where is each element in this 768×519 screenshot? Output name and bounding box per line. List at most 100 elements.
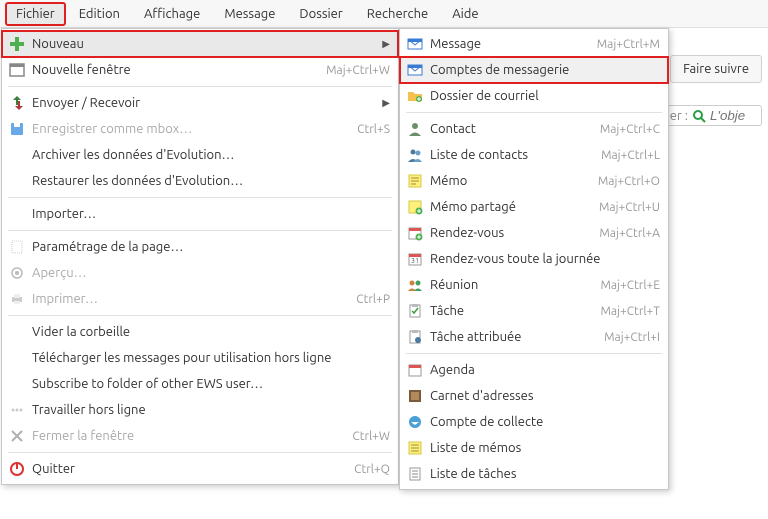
submenu-label: Carnet d'adresses: [430, 389, 660, 403]
submenu-item[interactable]: Mémo partagéMaj+Ctrl+U: [400, 194, 668, 220]
submenu-label: Compte de collecte: [430, 415, 660, 429]
agenda-icon: [406, 361, 424, 379]
submenu-item[interactable]: MessageMaj+Ctrl+M: [400, 31, 668, 57]
file-menu-item[interactable]: Télécharger les messages pour utilisatio…: [2, 345, 398, 371]
task-list-icon: [406, 465, 424, 483]
shortcut: Maj+Ctrl+C: [600, 123, 660, 136]
search-input[interactable]: [710, 108, 755, 123]
file-menu-label: Importer…: [32, 207, 390, 221]
file-menu-label: Aperçu…: [32, 266, 390, 280]
shortcut: Maj+Ctrl+M: [597, 38, 660, 51]
file-menu-item[interactable]: Imprimer… Ctrl+P: [2, 286, 398, 312]
submenu-separator: [406, 112, 662, 113]
submenu-item[interactable]: Liste de contacts Maj+Ctrl+L: [400, 142, 668, 168]
shortcut: Maj+Ctrl+L: [601, 149, 660, 162]
file-menu-item[interactable]: Nouveau ▶: [2, 31, 398, 57]
submenu-label: Liste de mémos: [430, 441, 660, 455]
forward-button[interactable]: Faire suivre: [670, 55, 762, 83]
shortcut: Ctrl+P: [356, 293, 390, 306]
menubar-item-aide[interactable]: Aide: [442, 3, 488, 25]
menubar-item-message[interactable]: Message: [214, 3, 285, 25]
submenu-item[interactable]: Rendez-vous toute la journée: [400, 246, 668, 272]
file-menu-item[interactable]: Archiver les données d'Evolution…: [2, 142, 398, 168]
submenu-item[interactable]: Comptes de messagerie: [400, 57, 668, 83]
menubar-item-edition[interactable]: Edition: [69, 3, 130, 25]
file-menu-separator: [8, 86, 392, 87]
preview-gray-icon: [8, 264, 26, 282]
file-menu-item[interactable]: Importer…: [2, 201, 398, 227]
memo-plus-icon: [406, 198, 424, 216]
submenu-label: Rendez-vous: [430, 226, 589, 240]
submenu-label: Agenda: [430, 363, 660, 377]
menubar-item-dossier[interactable]: Dossier: [289, 3, 352, 25]
toolbar-right: Faire suivre: [670, 55, 762, 83]
file-menu-item[interactable]: Fermer la fenêtreCtrl+W: [2, 423, 398, 449]
file-menu-item[interactable]: Nouvelle fenêtreMaj+Ctrl+W: [2, 57, 398, 83]
submenu-label: Dossier de courriel: [430, 89, 660, 103]
file-menu-item[interactable]: Vider la corbeille: [2, 319, 398, 345]
submenu-item[interactable]: Carnet d'adresses: [400, 383, 668, 409]
submenu-item[interactable]: TâcheMaj+Ctrl+T: [400, 298, 668, 324]
submenu-arrow-icon: ▶: [382, 38, 390, 50]
submenu-item[interactable]: Contact Maj+Ctrl+C: [400, 116, 668, 142]
file-menu-item[interactable]: Travailler hors ligne: [2, 397, 398, 423]
submenu-item[interactable]: Liste de mémos: [400, 435, 668, 461]
submenu-item[interactable]: Dossier de courriel: [400, 83, 668, 109]
file-menu-label: Envoyer / Recevoir: [32, 96, 374, 110]
submenu-label: Mémo: [430, 174, 588, 188]
file-menu-item[interactable]: Envoyer / Recevoir ▶: [2, 90, 398, 116]
submenu-item[interactable]: Rendez-vous Maj+Ctrl+A: [400, 220, 668, 246]
file-menu: Nouveau ▶ Nouvelle fenêtreMaj+Ctrl+W Envoye…: [1, 28, 399, 485]
submenu-item[interactable]: Liste de tâches: [400, 461, 668, 487]
submenu-label: Rendez-vous toute la journée: [430, 252, 660, 266]
menubar-item-recherche[interactable]: Recherche: [357, 3, 438, 25]
file-menu-label: Travailler hors ligne: [32, 403, 390, 417]
submenu-label: Réunion: [430, 278, 590, 292]
page-dots-icon: [8, 238, 26, 256]
save-blue-icon: [8, 120, 26, 138]
file-menu-label: Imprimer…: [32, 292, 346, 306]
submenu-item[interactable]: MémoMaj+Ctrl+O: [400, 168, 668, 194]
memo-list-icon: [406, 439, 424, 457]
submenu-label: Comptes de messagerie: [430, 63, 660, 77]
submenu-item[interactable]: Agenda: [400, 357, 668, 383]
menubar-item-fichier[interactable]: Fichier: [6, 3, 65, 25]
print-gray-icon: [8, 290, 26, 308]
submenu-item[interactable]: RéunionMaj+Ctrl+E: [400, 272, 668, 298]
submenu-separator: [406, 353, 662, 354]
contact-icon: [406, 120, 424, 138]
menubar-item-affichage[interactable]: Affichage: [134, 3, 210, 25]
shortcut: Maj+Ctrl+A: [599, 227, 660, 240]
file-menu-separator: [8, 315, 392, 316]
nouveau-submenu: MessageMaj+Ctrl+M Comptes de messagerie Do…: [399, 28, 669, 490]
file-menu-item[interactable]: Restaurer les données d'Evolution…: [2, 168, 398, 194]
contact2-icon: [406, 146, 424, 164]
file-menu-separator: [8, 197, 392, 198]
file-menu-item[interactable]: QuitterCtrl+Q: [2, 456, 398, 482]
close-x-icon: [8, 427, 26, 445]
blank-icon: [8, 146, 26, 164]
submenu-arrow-icon: ▶: [382, 97, 390, 109]
submenu-label: Liste de tâches: [430, 467, 660, 481]
blank-icon: [8, 349, 26, 367]
shortcut: Ctrl+Q: [354, 463, 390, 476]
file-menu-label: Nouveau: [32, 37, 374, 51]
file-menu-item[interactable]: Subscribe to folder of other EWS user…: [2, 371, 398, 397]
submenu-label: Contact: [430, 122, 590, 136]
submenu-label: Liste de contacts: [430, 148, 591, 162]
file-menu-label: Nouvelle fenêtre: [32, 63, 316, 77]
file-menu-item[interactable]: Paramétrage de la page…: [2, 234, 398, 260]
submenu-item[interactable]: Compte de collecte: [400, 409, 668, 435]
memo-icon: [406, 172, 424, 190]
addressbook-icon: [406, 387, 424, 405]
search-icon: [692, 109, 706, 123]
shortcut: Maj+Ctrl+T: [601, 305, 661, 318]
blank-icon: [8, 205, 26, 223]
file-menu-item[interactable]: Aperçu…: [2, 260, 398, 286]
collect-icon: [406, 413, 424, 431]
submenu-item[interactable]: Tâche attribuéeMaj+Ctrl+I: [400, 324, 668, 350]
file-menu-label: Archiver les données d'Evolution…: [32, 148, 390, 162]
blank-icon: [8, 323, 26, 341]
file-menu-item[interactable]: Enregistrer comme mbox…Ctrl+S: [2, 116, 398, 142]
shortcut: Maj+Ctrl+I: [604, 331, 660, 344]
